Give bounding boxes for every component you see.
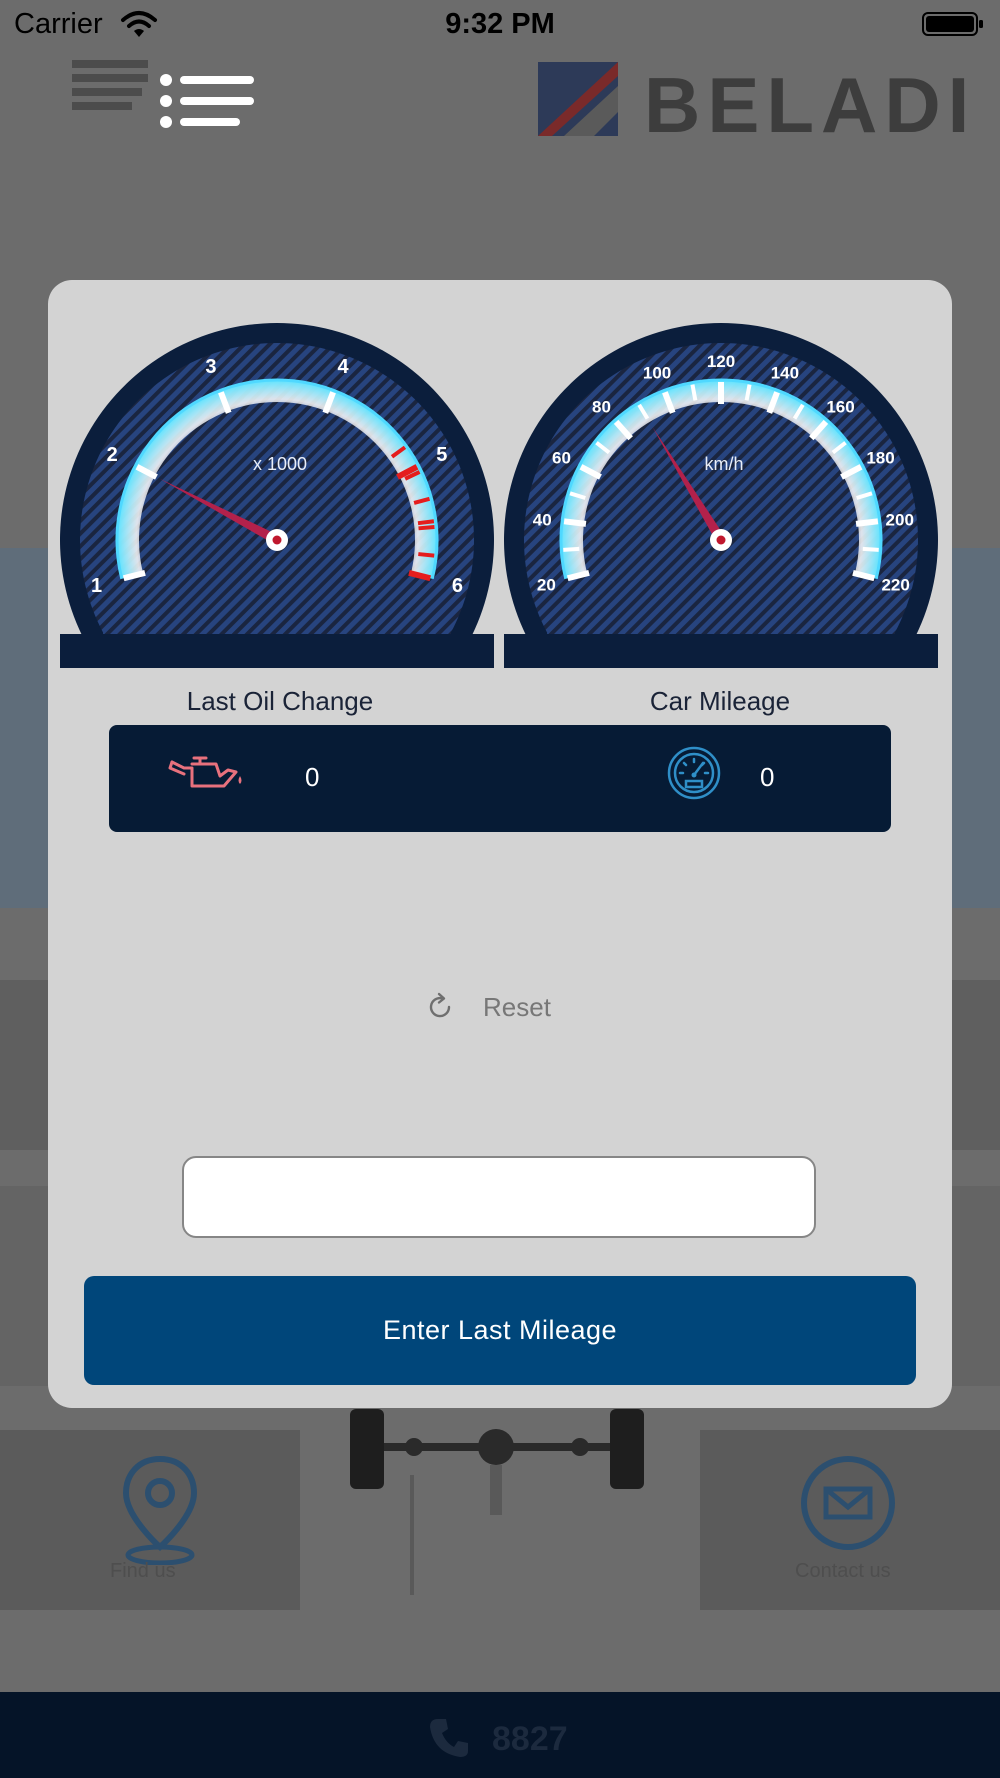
find-us-label: Find us	[110, 1560, 176, 1582]
gauge-tick	[563, 546, 580, 552]
phone-number: 8827	[492, 1720, 568, 1758]
gauge-tick-label: 160	[826, 397, 854, 416]
battery-icon	[922, 12, 983, 36]
contact-icon	[801, 1456, 895, 1550]
speed-gauge: 20 40 60 80 100 120 140 160 180 200 220 km/h	[504, 323, 938, 668]
gauge-tick-label: 140	[771, 364, 799, 383]
gauge-hub-center	[716, 535, 726, 545]
gauge-tick-label: 100	[643, 364, 671, 383]
oil-can-icon	[168, 756, 242, 788]
gauge-tick-label: 1	[91, 575, 102, 597]
gauge-tick-label: 60	[552, 449, 571, 468]
car-axle-image	[350, 1409, 644, 1595]
gauge-redline-tick	[418, 525, 435, 531]
contact-label: Contact us	[795, 1560, 891, 1582]
last-oil-change-label: Last Oil Change	[186, 686, 374, 716]
gauge-unit-label: km/h	[704, 454, 743, 474]
gauge-tick	[690, 384, 698, 401]
gauge-base	[60, 634, 494, 668]
gauge-tick	[744, 384, 752, 401]
gauge-hub-center	[272, 535, 282, 545]
gauge-tick	[862, 546, 879, 552]
logo-text: BELADI	[644, 61, 977, 149]
gauge-tick-label: 40	[533, 511, 552, 530]
gauge-tick	[417, 519, 435, 526]
car-mileage-value: 0	[760, 762, 775, 792]
gauge-tick-label: 2	[107, 444, 118, 466]
enter-last-mileage-button[interactable]: Enter Last Mileage	[84, 1276, 916, 1385]
reset-button[interactable]: Reset	[425, 985, 605, 1029]
car-mileage-label: Car Mileage	[649, 686, 791, 716]
gauge-tick-label: 5	[436, 444, 447, 466]
gauge-unit-label: x 1000	[253, 454, 307, 474]
status-bar: Carrier 9:32 PM	[0, 0, 1000, 50]
rpm-gauge: 1 2 3 4 5 6 x 1000	[60, 323, 494, 668]
refresh-icon	[429, 992, 451, 1018]
gauge-tick-label: 6	[452, 575, 463, 597]
mileage-input[interactable]	[182, 1156, 816, 1238]
gauge-tick-label: 4	[337, 356, 349, 378]
speedometer-icon	[667, 746, 721, 800]
gauge-tick-label: 180	[866, 449, 894, 468]
gauge-tick	[563, 518, 587, 527]
gauge-tick-label: 200	[886, 511, 914, 530]
menu-icon[interactable]	[158, 72, 254, 130]
phone-icon	[430, 1719, 468, 1757]
gauge-tick-label: 20	[537, 576, 556, 595]
gauge-tick	[855, 518, 879, 527]
oil-change-value: 0	[305, 762, 320, 792]
grid-icon	[72, 60, 148, 110]
clock: 9:32 PM	[445, 8, 555, 40]
gauge-tick-label: 120	[707, 352, 735, 371]
reset-label: Reset	[483, 991, 551, 1022]
gauge-tick-label: 220	[881, 576, 909, 595]
map-pin-icon	[122, 1455, 198, 1565]
gauge-redline-tick	[418, 552, 435, 558]
gauge-tick-label: 80	[592, 397, 611, 416]
gauge-tick-label: 3	[205, 356, 216, 378]
gauge-base	[504, 634, 938, 668]
